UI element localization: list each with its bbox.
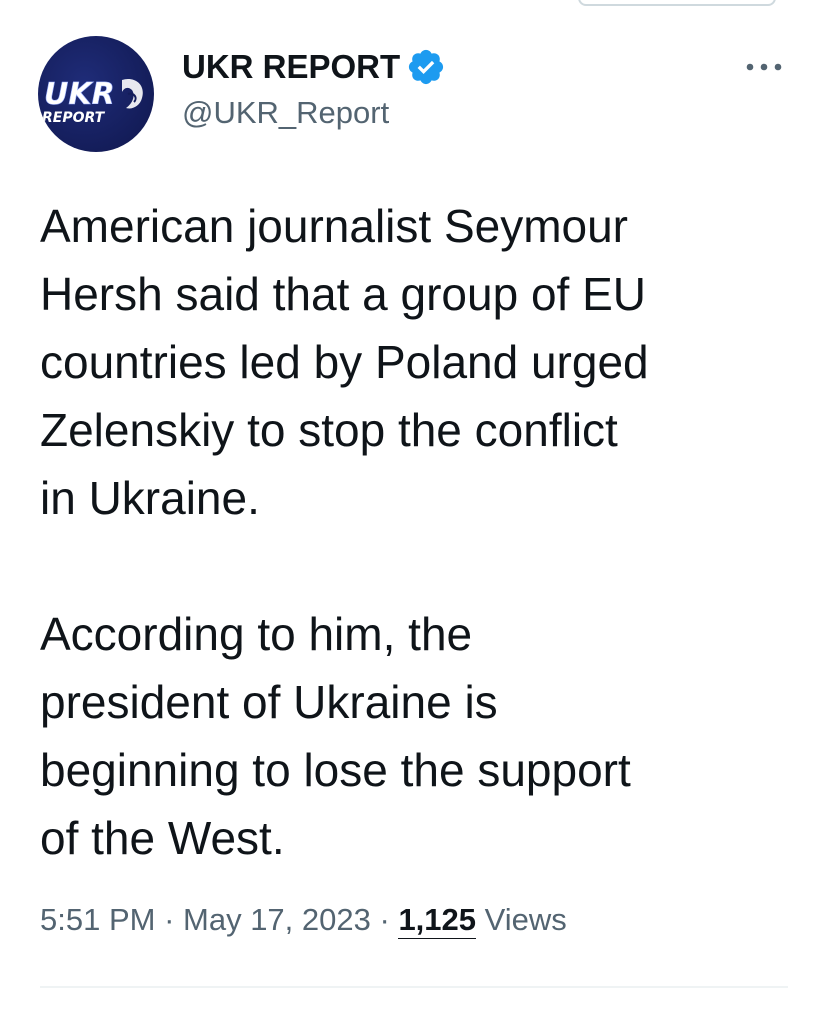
handle[interactable]: @UKR_Report (182, 95, 389, 131)
more-horizontal-icon[interactable] (740, 52, 788, 82)
logo-line1: UKR (44, 77, 115, 112)
ukr-report-logo: UKR REPORT (42, 77, 143, 126)
tweet-date[interactable]: May 17, 2023 (183, 902, 371, 938)
display-name[interactable]: UKR REPORT (182, 48, 400, 86)
logo-line2: REPORT (42, 110, 106, 126)
name-row: UKR REPORT (182, 46, 446, 88)
views-count[interactable]: 1,125 (398, 902, 477, 939)
tweet-time[interactable]: 5:51 PM (40, 902, 155, 938)
divider (40, 986, 788, 988)
meta-separator-2: · (370, 902, 399, 937)
tweet-paragraph-2: According to him, the president of Ukrai… (40, 608, 631, 864)
views-label: Views (484, 902, 567, 937)
views-space (476, 902, 485, 938)
top-pill-decoration (578, 0, 776, 6)
avatar[interactable]: UKR REPORT (38, 36, 154, 152)
tweet-text: American journalist Seymour Hersh said t… (40, 192, 800, 872)
tweet-paragraph-1: American journalist Seymour Hersh said t… (40, 200, 649, 524)
meta-separator-1: · (155, 902, 184, 937)
tweet-meta: 5:51 PM · May 17, 2023 · 1,125 Views (40, 902, 567, 939)
verified-badge-icon (409, 49, 444, 85)
